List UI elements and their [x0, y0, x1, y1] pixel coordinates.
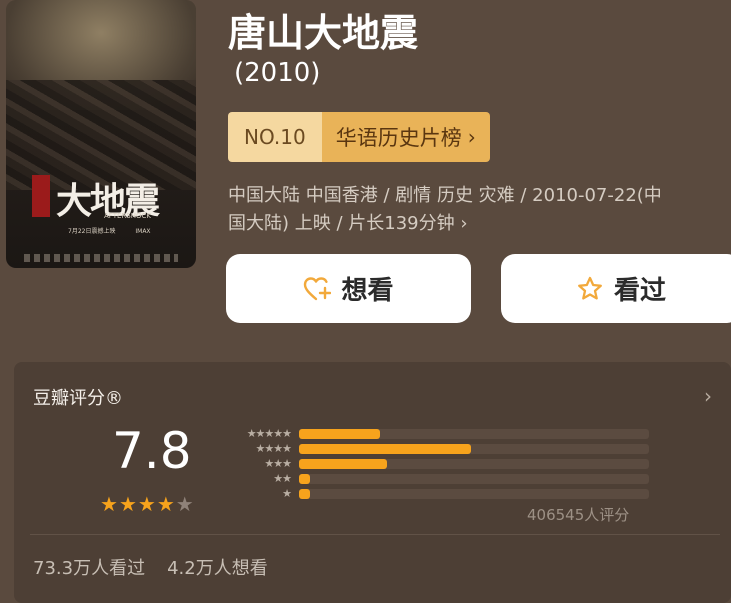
rank-list-link[interactable]: 华语历史片榜 ›	[321, 112, 490, 162]
rating-bar-fill	[299, 459, 387, 469]
rating-bar-track	[299, 444, 649, 454]
want-label: 想看	[341, 276, 394, 306]
watched-button[interactable]: 看过	[501, 254, 731, 323]
rating-bar-track	[299, 459, 649, 469]
rating-bar-stars: ★★	[273, 472, 292, 485]
rating-bar-row: ★	[221, 487, 649, 500]
wanted-count[interactable]: 4.2万人想看	[167, 554, 268, 580]
star-filled-icon: ★	[100, 492, 118, 516]
meta-line-1: 中国大陆 中国香港 / 剧情 历史 灾难 / 2010-07-22(中	[228, 185, 662, 206]
rating-bar-track	[299, 474, 649, 484]
want-to-watch-button[interactable]: 想看	[226, 254, 471, 323]
poster-red-mark	[32, 175, 50, 217]
rating-bar-row: ★★★★★	[221, 427, 649, 440]
rating-bar-fill	[299, 429, 380, 439]
rating-bar-row: ★★★★	[221, 442, 649, 455]
rating-count: 406545人评分	[527, 506, 630, 524]
poster-imax-text: IMAX	[135, 228, 151, 235]
watched-count[interactable]: 73.3万人看过	[33, 554, 145, 580]
rating-bar-stars: ★★★★★	[246, 427, 292, 440]
rank-badge[interactable]: NO.10 华语历史片榜 ›	[228, 112, 490, 162]
movie-year: (2010)	[234, 58, 321, 88]
star-outline-icon	[578, 276, 602, 300]
rating-bar-track	[299, 429, 649, 439]
rating-bar-fill	[299, 474, 310, 484]
star-filled-icon: ★	[137, 492, 156, 516]
rating-bar-stars: ★★★★	[255, 442, 292, 455]
chevron-right-icon: ›	[467, 125, 476, 149]
movie-poster[interactable]: 大地震 AFTERSHOCK 7月22日震撼上映 IMAX	[6, 0, 196, 268]
rating-bar-track	[299, 489, 649, 499]
poster-subtitle: AFTERSHOCK	[104, 212, 151, 220]
rating-header: 豆瓣评分®	[33, 388, 123, 409]
star-filled-icon: ★	[118, 492, 137, 516]
star-filled-icon: ★	[156, 492, 175, 516]
heart-plus-icon	[304, 276, 332, 300]
audience-stats: 73.3万人看过 4.2万人想看	[33, 554, 268, 580]
rank-list-name: 华语历史片榜	[335, 126, 462, 150]
poster-date: 7月22日震撼上映 IMAX	[68, 226, 151, 235]
movie-meta[interactable]: 中国大陆 中国香港 / 剧情 历史 灾难 / 2010-07-22(中 国大陆)…	[228, 182, 662, 238]
rating-bar-row: ★★	[221, 472, 649, 485]
divider	[30, 534, 720, 535]
poster-credits	[24, 254, 178, 262]
rating-bar-stars: ★	[282, 487, 292, 500]
meta-line-2: 国大陆) 上映 / 片长139分钟 ›	[228, 213, 468, 234]
rating-bar-fill	[299, 444, 471, 454]
watched-label: 看过	[613, 276, 666, 306]
rating-score: 7.8	[112, 422, 192, 480]
rank-number: NO.10	[228, 112, 322, 162]
chevron-right-icon[interactable]: ›	[704, 384, 712, 408]
rating-bar-row: ★★★	[221, 457, 649, 470]
rating-bar-fill	[299, 489, 310, 499]
movie-title: 唐山大地震	[228, 11, 419, 55]
rating-bar-stars: ★★★	[264, 457, 292, 470]
rating-stars: ★ ★ ★ ★ ★	[100, 494, 194, 514]
poster-date-text: 7月22日震撼上映	[68, 228, 116, 235]
star-empty-icon: ★	[175, 492, 194, 516]
